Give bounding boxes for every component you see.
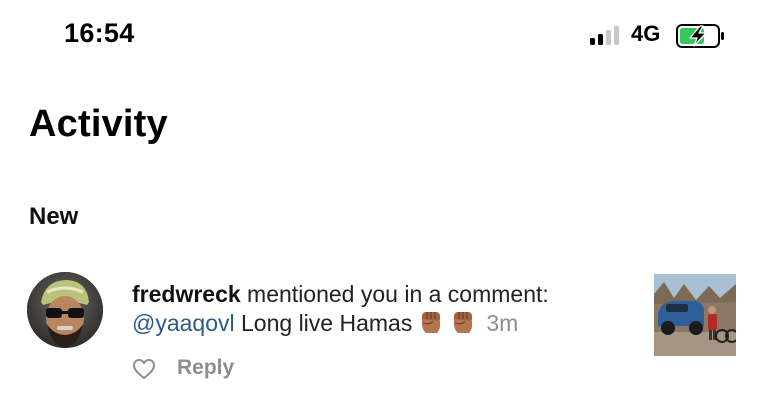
raised-fist-icon <box>422 312 441 333</box>
comment-text: Long live Hamas <box>234 310 413 336</box>
section-title-new: New <box>29 203 79 230</box>
network-type: 4G <box>631 21 661 46</box>
post-thumbnail-image <box>654 274 736 356</box>
heart-outline-icon[interactable] <box>132 358 156 380</box>
raised-fist-icon <box>454 312 473 333</box>
cellular-signal-icon <box>590 25 620 45</box>
mention-link[interactable]: @yaaqovl <box>132 310 235 336</box>
notification-item[interactable]: fredwreck mentioned you in a comment: @y… <box>0 260 766 390</box>
activity-screen: 16:54 4G Activity New fredwreck mentione… <box>0 0 766 404</box>
page-title: Activity <box>29 103 168 145</box>
reply-button[interactable]: Reply <box>177 356 234 380</box>
avatar[interactable] <box>27 272 103 348</box>
notification-action: mentioned you in a comment: <box>240 281 549 307</box>
battery-charging-icon <box>676 24 724 48</box>
notification-username[interactable]: fredwreck <box>132 281 241 307</box>
notification-timestamp: 3m <box>486 310 519 336</box>
status-time: 16:54 <box>64 18 135 48</box>
notification-text: fredwreck mentioned you in a comment: @y… <box>132 280 622 338</box>
avatar-image <box>27 272 103 348</box>
status-bar: 16:54 4G <box>0 0 766 70</box>
post-thumbnail[interactable] <box>654 274 736 356</box>
